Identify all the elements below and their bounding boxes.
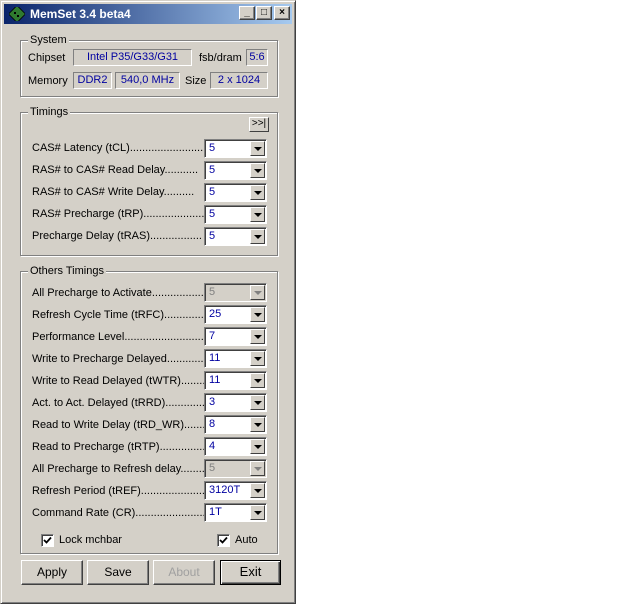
write-precharge-combo[interactable]: 11 (204, 349, 267, 368)
combo-value: 5 (209, 186, 216, 198)
apply-button[interactable]: Apply (21, 560, 83, 585)
dropdown-arrow-icon[interactable] (250, 163, 265, 178)
performance-level-combo[interactable]: 7 (204, 327, 267, 346)
timings-group-label: Timings (28, 106, 71, 118)
timing-label: Read to Precharge (tRTP)................… (32, 441, 215, 453)
all-precharge-refresh-combo: 5 (204, 459, 267, 478)
combo-value: 4 (209, 440, 216, 452)
read-precharge-combo[interactable]: 4 (204, 437, 267, 456)
timing-label: Refresh Cycle Time (tRFC)............... (32, 309, 210, 321)
chipset-label: Chipset (28, 52, 66, 64)
checkmark-icon (219, 536, 228, 544)
dropdown-arrow-icon (250, 285, 265, 300)
others-group-label: Others Timings (28, 265, 106, 277)
size-label: Size (185, 75, 207, 87)
dropdown-arrow-icon[interactable] (250, 417, 265, 432)
refresh-cycle-combo[interactable]: 25 (204, 305, 267, 324)
timing-label: Refresh Period (tREF)...................… (32, 485, 209, 497)
auto-label: Auto (235, 534, 258, 546)
dropdown-arrow-icon[interactable] (250, 329, 265, 344)
maximize-button[interactable]: □ (256, 6, 272, 20)
fsbdram-value: 5:6 (246, 49, 268, 66)
lock-mchbar-label: Lock mchbar (59, 534, 122, 546)
memory-module-icon (9, 7, 25, 21)
write-read-combo[interactable]: 11 (204, 371, 267, 390)
timing-label: All Precharge to Activate...............… (32, 287, 207, 299)
timing-label: Act. to Act. Delayed (tRRD).............… (32, 397, 209, 409)
ras-cas-read-combo[interactable]: 5 (204, 161, 267, 180)
combo-value: 5 (209, 142, 216, 154)
combo-value: 3 (209, 396, 216, 408)
dropdown-arrow-icon[interactable] (250, 483, 265, 498)
save-button[interactable]: Save (87, 560, 149, 585)
precharge-delay-combo[interactable]: 5 (204, 227, 267, 246)
title-bar: MemSet 3.4 beta4 _ □ × (4, 4, 292, 24)
combo-value: 11 (209, 352, 221, 364)
memory-freq-value: 540,0 MHz (115, 72, 180, 89)
window-title: MemSet 3.4 beta4 (30, 7, 131, 21)
refresh-period-combo[interactable]: 3120T (204, 481, 267, 500)
exit-button[interactable]: Exit (220, 560, 281, 585)
checkmark-icon (43, 536, 52, 544)
auto-checkbox[interactable] (217, 534, 230, 547)
command-rate-combo[interactable]: 1T (204, 503, 267, 522)
dropdown-arrow-icon[interactable] (250, 185, 265, 200)
chipset-value: Intel P35/G33/G31 (73, 49, 192, 66)
system-group-label: System (28, 34, 69, 46)
dropdown-arrow-icon (250, 461, 265, 476)
timing-label: RAS# to CAS# Write Delay.......... (32, 186, 195, 198)
read-write-combo[interactable]: 8 (204, 415, 267, 434)
combo-value: 5 (209, 286, 216, 298)
dropdown-arrow-icon[interactable] (250, 307, 265, 322)
all-precharge-activate-combo: 5 (204, 283, 267, 302)
combo-value: 3120T (209, 484, 241, 496)
dropdown-arrow-icon[interactable] (250, 373, 265, 388)
combo-value: 1T (209, 506, 222, 518)
timing-label: RAS# to CAS# Read Delay........... (32, 164, 199, 176)
dropdown-arrow-icon[interactable] (250, 141, 265, 156)
fsbdram-label: fsb/dram (199, 52, 242, 64)
dropdown-arrow-icon[interactable] (250, 505, 265, 520)
memory-label: Memory (28, 75, 68, 87)
timing-label: Performance Level.......................… (32, 331, 217, 343)
dropdown-arrow-icon[interactable] (250, 439, 265, 454)
memset-window: MemSet 3.4 beta4 _ □ × System Chipset In… (0, 0, 296, 604)
minimize-button[interactable]: _ (239, 6, 255, 20)
lock-mchbar-checkbox[interactable] (41, 534, 54, 547)
timing-label: Precharge Delay (tRAS)................. (32, 230, 202, 242)
combo-value: 7 (209, 330, 216, 342)
timing-label: Command Rate (CR).......................… (32, 507, 212, 519)
timing-label: Read to Write Delay (tRD_WR)........ (32, 419, 209, 431)
combo-value: 5 (209, 230, 216, 242)
dropdown-arrow-icon[interactable] (250, 229, 265, 244)
timing-label: All Precharge to Refresh delay......... (32, 463, 208, 475)
expand-timings-button[interactable]: >>| (249, 117, 269, 132)
combo-value: 5 (209, 462, 216, 474)
size-value: 2 x 1024 (210, 72, 268, 89)
ras-cas-write-combo[interactable]: 5 (204, 183, 267, 202)
timing-label: CAS# Latency (tCL)......................… (32, 142, 207, 154)
act-act-combo[interactable]: 3 (204, 393, 267, 412)
timing-label: Write to Read Delayed (tWTR)......... (32, 375, 209, 387)
combo-value: 25 (209, 308, 222, 320)
timing-label: Write to Precharge Delayed.............. (32, 353, 210, 365)
cas-latency-combo[interactable]: 5 (204, 139, 267, 158)
combo-value: 8 (209, 418, 216, 430)
close-button[interactable]: × (274, 6, 290, 20)
combo-value: 11 (209, 374, 221, 386)
memory-type-value: DDR2 (73, 72, 112, 89)
combo-value: 5 (209, 208, 216, 220)
timing-label: RAS# Precharge (tRP).................... (32, 208, 205, 220)
ras-precharge-combo[interactable]: 5 (204, 205, 267, 224)
dropdown-arrow-icon[interactable] (250, 351, 265, 366)
dropdown-arrow-icon[interactable] (250, 395, 265, 410)
dropdown-arrow-icon[interactable] (250, 207, 265, 222)
combo-value: 5 (209, 164, 216, 176)
about-button: About (153, 560, 215, 585)
